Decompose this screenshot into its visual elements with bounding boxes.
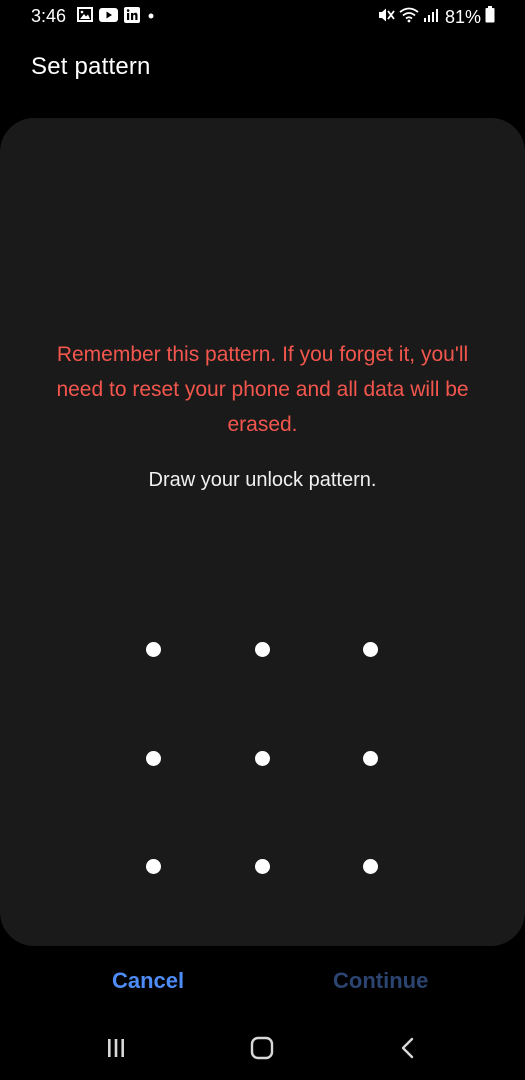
status-notification-icons [77, 6, 156, 28]
navigation-bar [0, 1020, 525, 1080]
recent-apps-icon [104, 1037, 128, 1064]
pattern-dot-4[interactable] [145, 750, 161, 766]
pattern-dot-9[interactable] [362, 858, 378, 874]
pattern-dot-2[interactable] [254, 641, 270, 657]
linkedin-icon [124, 6, 140, 28]
cancel-button[interactable]: Cancel [112, 968, 184, 994]
pattern-dot-5[interactable] [254, 750, 270, 766]
notification-dot-icon [146, 8, 156, 26]
youtube-icon [99, 7, 118, 27]
battery-percent: 81% [444, 6, 481, 27]
continue-button[interactable]: Continue [333, 968, 428, 994]
home-icon [249, 1036, 275, 1065]
recent-apps-button[interactable] [92, 1032, 140, 1068]
pattern-dot-8[interactable] [254, 858, 270, 874]
wifi-icon [399, 7, 419, 28]
battery-icon [485, 6, 495, 28]
signal-icon [423, 7, 439, 28]
pattern-dot-1[interactable] [145, 641, 161, 657]
pattern-dot-7[interactable] [145, 858, 161, 874]
back-button[interactable] [384, 1032, 432, 1068]
pattern-card: Remember this pattern. If you forget it,… [0, 118, 525, 946]
status-bar: 3:46 81% [0, 0, 525, 34]
pattern-dot-6[interactable] [362, 750, 378, 766]
gallery-icon [77, 7, 93, 27]
page-title: Set pattern [31, 53, 151, 80]
mute-icon [377, 7, 395, 28]
status-time: 3:46 [31, 6, 67, 26]
home-button[interactable] [238, 1032, 286, 1068]
status-system-icons: 81% [377, 6, 495, 28]
back-icon [397, 1036, 419, 1065]
pattern-grid[interactable] [0, 118, 525, 946]
pattern-dot-3[interactable] [362, 641, 378, 657]
